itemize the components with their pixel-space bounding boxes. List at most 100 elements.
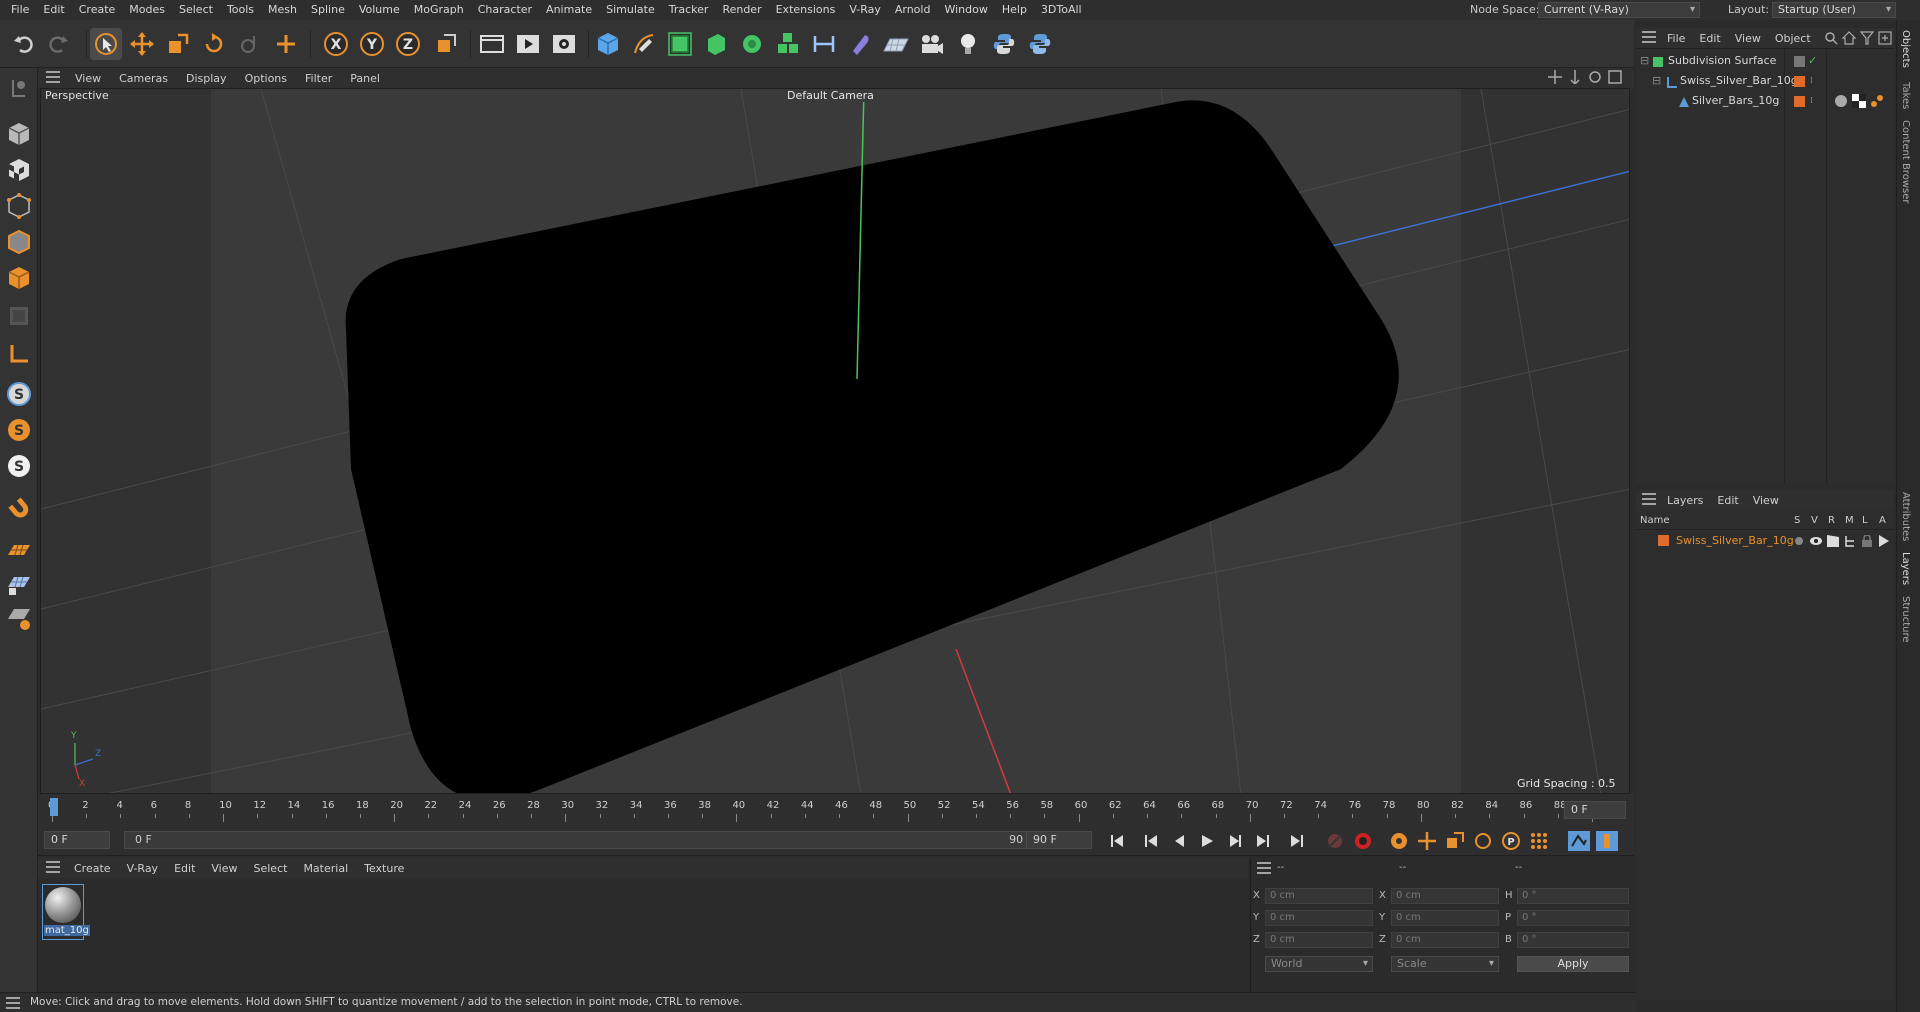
material-menu-texture[interactable]: Texture: [356, 862, 412, 875]
key-rotation-icon[interactable]: [1472, 831, 1494, 851]
status-menu-icon[interactable]: [6, 997, 20, 1012]
pos-y-field[interactable]: 0 cm: [1265, 910, 1373, 926]
field-icon[interactable]: [844, 28, 876, 60]
scale-tool-icon[interactable]: [162, 28, 194, 60]
menu-render[interactable]: Render: [715, 0, 768, 20]
object-row-bar[interactable]: ⊟ Swiss_Silver_Bar_10g ⁞: [1636, 71, 1894, 91]
new-window-icon[interactable]: [1878, 31, 1892, 48]
size-x-field[interactable]: 0 cm: [1391, 888, 1499, 904]
menu-tracker[interactable]: Tracker: [662, 0, 716, 20]
snap-quantize-icon[interactable]: S: [3, 450, 35, 482]
key-parameter-icon[interactable]: P: [1500, 831, 1522, 851]
maximize-view-icon[interactable]: [1608, 70, 1622, 87]
extrude-icon[interactable]: [700, 28, 732, 60]
menu-volume[interactable]: Volume: [352, 0, 407, 20]
playhead[interactable]: [50, 798, 58, 816]
timeline-ruler[interactable]: 0246810121416182022242628303234363840424…: [38, 794, 1634, 824]
locked-grid-icon[interactable]: [3, 568, 35, 600]
animation-play-icon[interactable]: [1878, 535, 1890, 550]
menu-tools[interactable]: Tools: [220, 0, 261, 20]
cloner-icon[interactable]: [736, 28, 768, 60]
render-clapper-icon[interactable]: [1827, 535, 1839, 550]
material-menu-view[interactable]: View: [203, 862, 245, 875]
orbit-view-icon[interactable]: [1588, 70, 1602, 87]
render-region-icon[interactable]: [476, 28, 508, 60]
phong-tag-icon[interactable]: [1870, 94, 1884, 115]
previous-frame-icon[interactable]: [1168, 831, 1190, 851]
menu-simulate[interactable]: Simulate: [599, 0, 662, 20]
model-mode-icon[interactable]: [3, 118, 35, 150]
tab-layers[interactable]: Layers: [1900, 552, 1911, 585]
move-tool-icon[interactable]: [126, 28, 158, 60]
magnet-icon[interactable]: [3, 492, 35, 524]
viewport-menu-cameras[interactable]: Cameras: [110, 72, 177, 85]
manager-tree-icon[interactable]: [1844, 535, 1856, 550]
home-icon[interactable]: [1841, 31, 1857, 48]
viewport-menu-panel[interactable]: Panel: [341, 72, 389, 85]
subdivision-icon[interactable]: [664, 28, 696, 60]
pos-x-field[interactable]: 0 cm: [1265, 888, 1373, 904]
menu-character[interactable]: Character: [471, 0, 539, 20]
texture-mode-icon[interactable]: [3, 154, 35, 186]
polygon-mode-icon[interactable]: [3, 262, 35, 294]
current-frame-field[interactable]: 0 F: [1564, 801, 1626, 819]
end-frame-field[interactable]: 90 F: [1026, 831, 1092, 849]
material-menu-select[interactable]: Select: [246, 862, 296, 875]
viewport-menu-display[interactable]: Display: [177, 72, 236, 85]
menu-v-ray[interactable]: V-Ray: [842, 0, 888, 20]
coord-system-dropdown[interactable]: World: [1265, 956, 1373, 972]
material-menu-create[interactable]: Create: [66, 862, 119, 875]
key-pla-icon[interactable]: [1528, 831, 1550, 851]
rotate-tool-icon[interactable]: [198, 28, 230, 60]
grid-plane-icon[interactable]: [3, 534, 35, 566]
viewport-menu-options[interactable]: Options: [236, 72, 296, 85]
material-menu-v-ray[interactable]: V-Ray: [119, 862, 167, 875]
size-y-field[interactable]: 0 cm: [1391, 910, 1499, 926]
uv-mode-icon[interactable]: [3, 300, 35, 332]
floor-icon[interactable]: [880, 28, 912, 60]
next-frame-icon[interactable]: [1224, 831, 1246, 851]
key-position-icon[interactable]: [1416, 831, 1438, 851]
menu-select[interactable]: Select: [172, 0, 220, 20]
add-object-icon[interactable]: [270, 28, 302, 60]
object-row-subdivision[interactable]: ⊟ Subdivision Surface ✓: [1636, 51, 1894, 71]
layer-color-swatch[interactable]: [1658, 535, 1669, 546]
timeline-window-icon[interactable]: [1596, 831, 1618, 851]
solo-toggle-icon[interactable]: [1795, 537, 1803, 545]
perspective-viewport[interactable]: Perspective Default Camera Grid Spacing …: [40, 88, 1630, 794]
key-scale-icon[interactable]: [1444, 831, 1466, 851]
tab-structure[interactable]: Structure: [1900, 596, 1911, 643]
live-select-icon[interactable]: [234, 28, 266, 60]
tab-objects[interactable]: Objects: [1900, 30, 1911, 68]
material-tag-icon[interactable]: [1834, 94, 1848, 115]
enabled-check-icon[interactable]: ✓: [1808, 51, 1817, 71]
layer-menu-layers[interactable]: Layers: [1660, 494, 1710, 507]
python-generator-icon[interactable]: [1024, 28, 1056, 60]
visibility-dots-icon[interactable]: ⁞: [1810, 71, 1813, 91]
apply-button[interactable]: Apply: [1517, 956, 1629, 972]
light-icon[interactable]: [952, 28, 984, 60]
z-axis-lock-icon[interactable]: Z: [392, 28, 424, 60]
search-icon[interactable]: [1824, 31, 1838, 48]
make-editable-icon[interactable]: [3, 72, 35, 104]
autokey-icon[interactable]: [1352, 831, 1374, 851]
viewport-menu-filter[interactable]: Filter: [296, 72, 341, 85]
cube-primitive-icon[interactable]: [592, 28, 624, 60]
redo-icon[interactable]: [42, 28, 74, 60]
layer-menu-view[interactable]: View: [1746, 494, 1786, 507]
motion-system-icon[interactable]: [1568, 831, 1590, 851]
render-view-icon[interactable]: [512, 28, 544, 60]
menu-modes[interactable]: Modes: [122, 0, 172, 20]
layer-menu-edit[interactable]: Edit: [1710, 494, 1745, 507]
tab-takes[interactable]: Takes: [1900, 82, 1911, 109]
tab-content-browser[interactable]: Content Browser: [1900, 120, 1911, 203]
go-to-end-icon[interactable]: [1286, 831, 1308, 851]
start-frame-field[interactable]: 0 F: [44, 831, 110, 849]
workplane-icon[interactable]: [3, 338, 35, 370]
frame-range-slider[interactable]: 0 F 90 F: [124, 831, 1048, 849]
material-menu-edit[interactable]: Edit: [166, 862, 203, 875]
menu-window[interactable]: Window: [937, 0, 994, 20]
menu-help[interactable]: Help: [995, 0, 1034, 20]
menu-animate[interactable]: Animate: [539, 0, 599, 20]
record-disabled-icon[interactable]: [1324, 831, 1346, 851]
